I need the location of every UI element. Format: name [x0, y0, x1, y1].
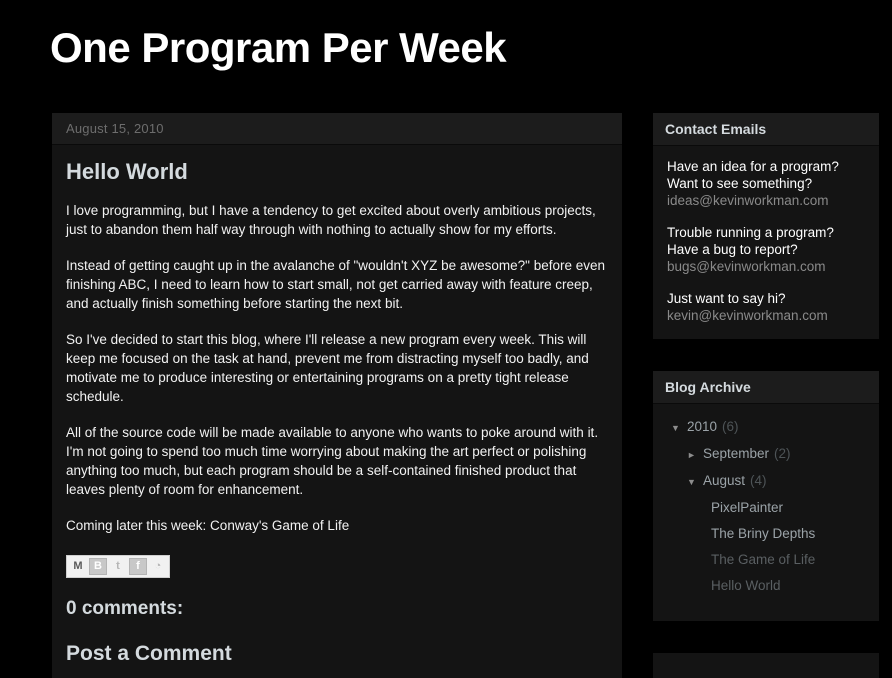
blog-archive-header: Blog Archive: [653, 371, 879, 404]
post-date-band: August 15, 2010: [52, 113, 622, 145]
post-body: Hello World I love programming, but I ha…: [52, 145, 622, 666]
buzz-share-glyph: ◔: [154, 560, 162, 572]
buzz-share-icon[interactable]: ◔: [149, 558, 167, 575]
archive-year-row[interactable]: ▼ 2010 (6): [663, 414, 869, 441]
post-date: August 15, 2010: [66, 121, 164, 136]
post-a-comment-heading[interactable]: Post a Comment: [66, 642, 608, 666]
archive-post-link[interactable]: The Briny Depths: [711, 521, 869, 547]
sidebar: Contact Emails Have an idea for a progra…: [653, 113, 879, 678]
contact-email-link[interactable]: kevin@kevinworkman.com: [667, 307, 865, 325]
blog-archive-title: Blog Archive: [665, 379, 751, 395]
post-paragraph: All of the source code will be made avai…: [66, 425, 599, 497]
contact-line: Have an idea for a program?: [667, 159, 839, 174]
contact-emails-header: Contact Emails: [653, 113, 879, 146]
blog-header: One Program Per Week: [50, 20, 850, 82]
twitter-share-glyph: t: [116, 560, 120, 572]
contact-line: Want to see something?: [667, 176, 813, 191]
share-button-bar: M B t f ◔: [66, 555, 170, 578]
facebook-share-glyph: f: [136, 560, 140, 572]
archive-post-link[interactable]: Hello World: [711, 573, 869, 599]
chevron-down-icon[interactable]: ▼: [687, 469, 703, 495]
blog-archive-widget: Blog Archive ▼ 2010 (6) ► September (2) …: [653, 371, 879, 621]
post-paragraph: So I've decided to start this blog, wher…: [66, 332, 589, 404]
email-share-glyph: M: [73, 560, 83, 572]
blog-page: One Program Per Week August 15, 2010 Hel…: [0, 0, 892, 678]
archive-month-count: (2): [774, 446, 791, 461]
post-column: August 15, 2010 Hello World I love progr…: [52, 113, 622, 678]
contact-emails-body: Have an idea for a program? Want to see …: [653, 146, 879, 339]
post-title[interactable]: Hello World: [66, 159, 608, 185]
archive-post-list: PixelPainter The Briny Depths The Game o…: [663, 495, 869, 599]
blogger-share-glyph: B: [94, 560, 102, 572]
post-paragraph: I love programming, but I have a tendenc…: [66, 203, 596, 237]
contact-line: Have a bug to report?: [667, 242, 798, 257]
email-share-icon[interactable]: M: [69, 558, 87, 575]
archive-month-count: (4): [750, 473, 767, 488]
blog-title[interactable]: One Program Per Week: [50, 20, 850, 76]
contact-group: Have an idea for a program? Want to see …: [667, 158, 865, 210]
post-paragraph: Coming later this week: Conway's Game of…: [66, 518, 350, 533]
contact-line: Trouble running a program?: [667, 225, 834, 240]
contact-email-link[interactable]: ideas@kevinworkman.com: [667, 192, 865, 210]
blog-archive-body: ▼ 2010 (6) ► September (2) ▼ August (4) …: [653, 404, 879, 621]
archive-month-label[interactable]: September: [703, 441, 769, 467]
archive-month-label[interactable]: August: [703, 468, 745, 494]
archive-year-label[interactable]: 2010: [687, 414, 717, 440]
empty-sidebar-widget: [653, 653, 879, 678]
facebook-share-icon[interactable]: f: [129, 558, 147, 575]
archive-post-link[interactable]: The Game of Life: [711, 547, 869, 573]
contact-group: Just want to say hi? kevin@kevinworkman.…: [667, 290, 865, 325]
contact-emails-title: Contact Emails: [665, 121, 767, 137]
blogger-share-icon[interactable]: B: [89, 558, 107, 575]
contact-line: Just want to say hi?: [667, 291, 786, 306]
comments-count: 0 comments:: [66, 598, 184, 619]
archive-month-row-august[interactable]: ▼ August (4): [663, 468, 869, 495]
chevron-right-icon[interactable]: ►: [687, 442, 703, 468]
post-paragraph: Instead of getting caught up in the aval…: [66, 258, 606, 311]
archive-post-link[interactable]: PixelPainter: [711, 495, 869, 521]
contact-emails-widget: Contact Emails Have an idea for a progra…: [653, 113, 879, 339]
archive-month-row-september[interactable]: ► September (2): [663, 441, 869, 468]
chevron-down-icon[interactable]: ▼: [671, 415, 687, 441]
contact-group: Trouble running a program? Have a bug to…: [667, 224, 865, 276]
archive-year-count: (6): [722, 419, 739, 434]
contact-email-link[interactable]: bugs@kevinworkman.com: [667, 258, 865, 276]
twitter-share-icon[interactable]: t: [109, 558, 127, 575]
